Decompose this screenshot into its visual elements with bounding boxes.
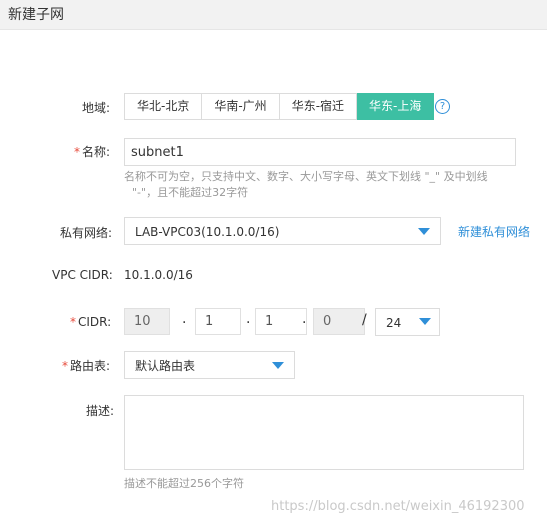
- region-option-shanghai[interactable]: 华东-上海: [357, 93, 435, 120]
- chevron-down-icon: [272, 362, 284, 369]
- description-textarea[interactable]: [124, 395, 524, 470]
- dialog-title: 新建子网: [8, 7, 64, 23]
- cidr-label: * CIDR:: [70, 315, 111, 329]
- region-option-beijing[interactable]: 华北-北京: [124, 93, 203, 120]
- cidr-octet-3[interactable]: 1: [255, 308, 307, 335]
- region-option-guangzhou[interactable]: 华南-广州: [202, 93, 280, 120]
- route-table-label-text: 路由表:: [70, 359, 111, 373]
- cidr-octet-1: 10: [124, 308, 170, 335]
- vpc-cidr-label: VPC CIDR:: [52, 268, 113, 282]
- required-mark: *: [62, 359, 68, 373]
- dialog-header: 新建子网: [0, 0, 547, 30]
- create-vpc-link[interactable]: 新建私有网络: [458, 223, 530, 240]
- watermark: https://blog.csdn.net/weixin_46192300: [271, 499, 525, 514]
- region-option-suqian[interactable]: 华东-宿迁: [279, 93, 358, 120]
- description-label: 描述:: [86, 404, 115, 418]
- question-circle-icon[interactable]: ?: [435, 99, 450, 114]
- required-mark: *: [70, 315, 76, 329]
- vpc-select[interactable]: LAB-VPC03(10.1.0.0/16): [124, 217, 441, 245]
- description-hint: 描述不能超过256个字符: [124, 477, 244, 490]
- cidr-octet-4: 0: [313, 308, 365, 335]
- route-table-value: 默认路由表: [135, 359, 196, 373]
- vpc-cidr-value: 10.1.0.0/16: [124, 268, 193, 282]
- cidr-dot: .: [302, 311, 307, 327]
- route-table-select[interactable]: 默认路由表: [124, 351, 295, 379]
- name-label-text: 名称:: [82, 145, 111, 159]
- cidr-label-text: CIDR:: [78, 315, 112, 329]
- chevron-down-icon: [419, 318, 431, 325]
- cidr-slash: /: [362, 312, 367, 328]
- region-label: 地域:: [82, 101, 111, 115]
- vpc-select-value: LAB-VPC03(10.1.0.0/16): [135, 225, 280, 239]
- cidr-mask-select[interactable]: 24: [375, 308, 440, 336]
- name-hint-line2: "-"，且不能超过32字符: [132, 186, 249, 199]
- vpc-label: 私有网络:: [60, 226, 113, 240]
- cidr-dot: .: [182, 311, 187, 327]
- cidr-mask-value: 24: [386, 316, 402, 330]
- cidr-octet-2[interactable]: 1: [195, 308, 241, 335]
- region-selector: 华北-北京 华南-广州 华东-宿迁 华东-上海: [124, 93, 435, 120]
- name-hint-line1: 名称不可为空，只支持中文、数字、大小写字母、英文下划线 "_" 及中划线: [124, 170, 488, 183]
- required-mark: *: [74, 145, 80, 159]
- chevron-down-icon: [418, 228, 430, 235]
- route-table-label: * 路由表:: [62, 357, 110, 374]
- name-input[interactable]: subnet1: [124, 138, 516, 166]
- cidr-dot: .: [246, 311, 251, 327]
- name-label: * 名称:: [74, 143, 110, 160]
